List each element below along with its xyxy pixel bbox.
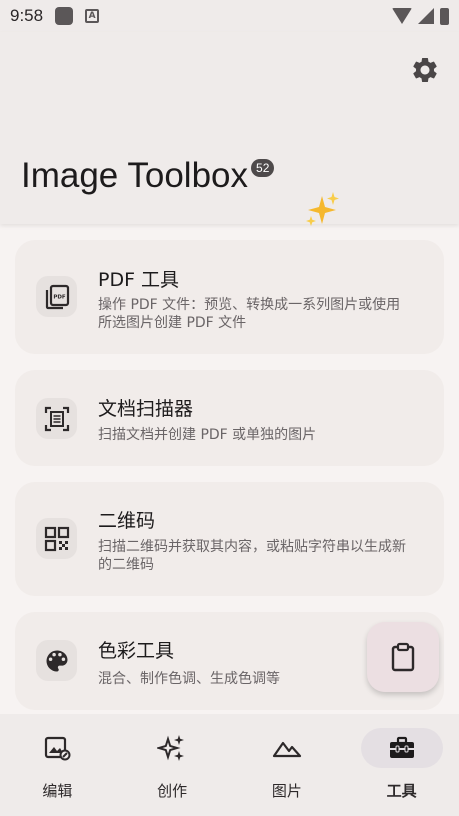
app-title: Image Toolbox 52 (21, 156, 275, 196)
nav-item-tools[interactable]: 工具 (344, 714, 459, 816)
sparkles-create-icon (157, 735, 185, 761)
clipboard-icon (391, 642, 415, 672)
toolbox-icon (389, 736, 414, 758)
tool-title: 二维码 (98, 510, 156, 532)
status-time: 9:58 (10, 6, 44, 25)
notification-icon (55, 7, 74, 25)
wifi-icon (392, 8, 412, 24)
palette-icon (46, 650, 67, 671)
nav-label: 编辑 (42, 782, 73, 800)
nav-icon-container-active (360, 728, 443, 768)
nav-icon-container (131, 728, 213, 768)
palette-icon-box (36, 640, 77, 681)
nav-label: 图片 (271, 782, 302, 800)
tool-title: PDF 工具 (98, 269, 180, 291)
svg-text:PDF: PDF (53, 294, 66, 300)
pdf-icon-box: PDF (36, 276, 77, 317)
tool-title: 色彩工具 (98, 640, 175, 662)
pdf-icon: PDF (45, 284, 69, 309)
version-badge: 52 (251, 159, 275, 177)
app-header: Image Toolbox 52 (0, 32, 459, 226)
scanner-icon-box (36, 398, 77, 439)
status-bar: 9:58 A (0, 0, 459, 32)
nav-item-edit[interactable]: 编辑 (0, 714, 115, 816)
paste-clipboard-button[interactable] (367, 622, 439, 692)
tool-card-qr-code[interactable]: 二维码 扫描二维码并获取其内容，或粘贴字符串以生成新的二维码 (15, 482, 444, 596)
document-scanner-icon (44, 406, 69, 431)
tool-card-pdf[interactable]: PDF PDF 工具 操作 PDF 文件：预览、转换成一系列图片或使用所选图片创… (15, 240, 444, 354)
app-title-text: Image Toolbox (21, 156, 249, 195)
nav-item-create[interactable]: 创作 (115, 714, 230, 816)
tool-title: 文档扫描器 (98, 398, 194, 420)
signal-icon (418, 8, 434, 24)
nav-label: 工具 (386, 782, 417, 800)
gear-icon (413, 57, 437, 82)
nav-label: 创作 (157, 782, 188, 800)
landscape-icon (272, 741, 301, 758)
qr-icon-box (36, 518, 77, 559)
battery-icon (440, 7, 449, 25)
bottom-navigation: 编辑 创作 图片 工具 (0, 714, 459, 816)
notification-a-icon: A (85, 9, 100, 23)
tool-description: 扫描二维码并获取其内容，或粘贴字符串以生成新的二维码 (98, 539, 406, 573)
tool-description: 混合、制作色调、生成色调等 (98, 671, 280, 687)
settings-button[interactable] (409, 54, 441, 86)
nav-icon-container (246, 728, 328, 768)
tool-description: 扫描文档并创建 PDF 或单独的图片 (98, 427, 317, 443)
tool-description: 操作 PDF 文件：预览、转换成一系列图片或使用所选图片创建 PDF 文件 (98, 297, 401, 331)
tool-card-document-scanner[interactable]: 文档扫描器 扫描文档并创建 PDF 或单独的图片 (15, 370, 444, 466)
nav-icon-container (16, 728, 98, 768)
qr-code-icon (44, 526, 69, 551)
nav-item-images[interactable]: 图片 (230, 714, 345, 816)
image-edit-icon (45, 736, 71, 761)
